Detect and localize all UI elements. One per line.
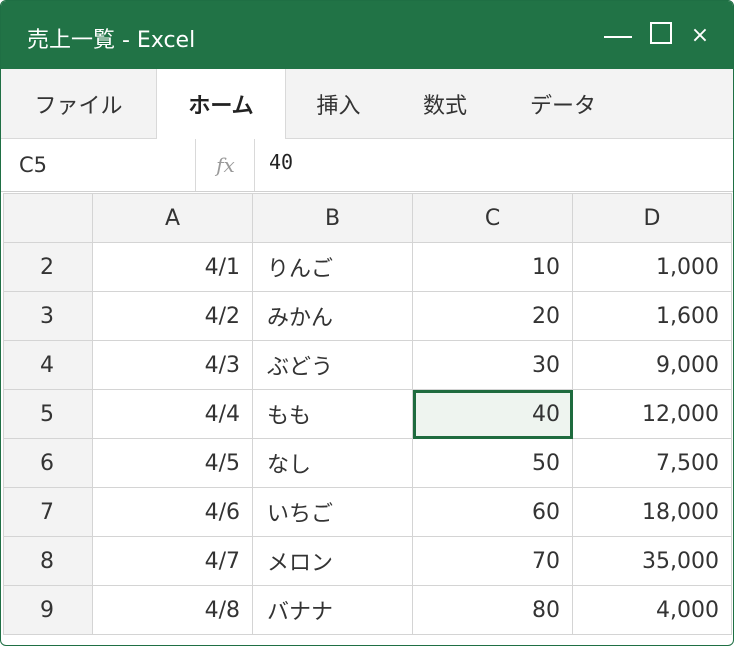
cell-b8[interactable]: メロン [252, 536, 413, 586]
cell-c6[interactable]: 50 [412, 438, 573, 488]
tab-home[interactable]: ホーム [156, 69, 286, 139]
cell-a2[interactable]: 4/1 [92, 242, 253, 292]
table-row: 8 4/7 メロン 70 35,000 [3, 536, 732, 586]
formula-input[interactable]: 40 [269, 139, 709, 191]
row-header[interactable]: 9 [3, 585, 93, 635]
close-icon[interactable]: × [685, 1, 715, 69]
select-all-corner[interactable] [3, 193, 93, 243]
row-header[interactable]: 7 [3, 487, 93, 537]
excel-window: 売上一覧 - Excel × ファイル ホーム 挿入 数式 データ C5 fx … [0, 0, 734, 646]
table-row: 5 4/4 もも 40 12,000 [3, 389, 732, 439]
cell-b2[interactable]: りんご [252, 242, 413, 292]
cell-c3[interactable]: 20 [412, 291, 573, 341]
tab-insert[interactable]: 挿入 [286, 69, 391, 138]
cell-a5[interactable]: 4/4 [92, 389, 253, 439]
row-header[interactable]: 3 [3, 291, 93, 341]
maximize-icon[interactable] [643, 1, 679, 69]
tab-file[interactable]: ファイル [1, 69, 156, 138]
cell-c5-selected[interactable]: 40 [412, 389, 573, 439]
cell-c8[interactable]: 70 [412, 536, 573, 586]
column-header-c[interactable]: C [412, 193, 573, 243]
table-row: 9 4/8 バナナ 80 4,000 [3, 585, 732, 635]
cell-b9[interactable]: バナナ [252, 585, 413, 635]
title-bar: 売上一覧 - Excel × [1, 1, 733, 69]
ribbon-tabs: ファイル ホーム 挿入 数式 データ [1, 69, 733, 139]
tab-data[interactable]: データ [499, 69, 627, 138]
cell-c9[interactable]: 80 [412, 585, 573, 635]
minimize-icon[interactable] [598, 1, 638, 69]
row-header[interactable]: 8 [3, 536, 93, 586]
cell-a9[interactable]: 4/8 [92, 585, 253, 635]
table-row: 6 4/5 なし 50 7,500 [3, 438, 732, 488]
row-header[interactable]: 4 [3, 340, 93, 390]
cell-d5[interactable]: 12,000 [572, 389, 732, 439]
table-row: 4 4/3 ぶどう 30 9,000 [3, 340, 732, 390]
column-header-b[interactable]: B [252, 193, 413, 243]
cell-c7[interactable]: 60 [412, 487, 573, 537]
cell-d9[interactable]: 4,000 [572, 585, 732, 635]
cell-a4[interactable]: 4/3 [92, 340, 253, 390]
cell-d2[interactable]: 1,000 [572, 242, 732, 292]
cell-a3[interactable]: 4/2 [92, 291, 253, 341]
fx-icon[interactable]: fx [197, 139, 255, 191]
cell-c2[interactable]: 10 [412, 242, 573, 292]
cell-c4[interactable]: 30 [412, 340, 573, 390]
cell-a7[interactable]: 4/6 [92, 487, 253, 537]
column-header-a[interactable]: A [92, 193, 253, 243]
row-header[interactable]: 6 [3, 438, 93, 488]
cell-d3[interactable]: 1,600 [572, 291, 732, 341]
formula-bar: C5 fx 40 [1, 139, 733, 192]
cell-d8[interactable]: 35,000 [572, 536, 732, 586]
cell-b3[interactable]: みかん [252, 291, 413, 341]
tab-formulas[interactable]: 数式 [391, 69, 499, 138]
name-box[interactable]: C5 [1, 139, 196, 191]
spreadsheet-grid: A B C D 2 4/1 りんご 10 1,000 3 4/2 みかん 20 … [3, 193, 732, 635]
cell-b4[interactable]: ぶどう [252, 340, 413, 390]
cell-d6[interactable]: 7,500 [572, 438, 732, 488]
row-header[interactable]: 2 [3, 242, 93, 292]
column-header-row: A B C D [3, 193, 732, 243]
table-row: 7 4/6 いちご 60 18,000 [3, 487, 732, 537]
table-row: 2 4/1 りんご 10 1,000 [3, 242, 732, 292]
cell-d4[interactable]: 9,000 [572, 340, 732, 390]
cell-b5[interactable]: もも [252, 389, 413, 439]
column-header-d[interactable]: D [572, 193, 732, 243]
cell-b6[interactable]: なし [252, 438, 413, 488]
table-row: 3 4/2 みかん 20 1,600 [3, 291, 732, 341]
window-title: 売上一覧 - Excel [27, 28, 196, 53]
row-header[interactable]: 5 [3, 389, 93, 439]
cell-a6[interactable]: 4/5 [92, 438, 253, 488]
cell-d7[interactable]: 18,000 [572, 487, 732, 537]
cell-a8[interactable]: 4/7 [92, 536, 253, 586]
cell-b7[interactable]: いちご [252, 487, 413, 537]
